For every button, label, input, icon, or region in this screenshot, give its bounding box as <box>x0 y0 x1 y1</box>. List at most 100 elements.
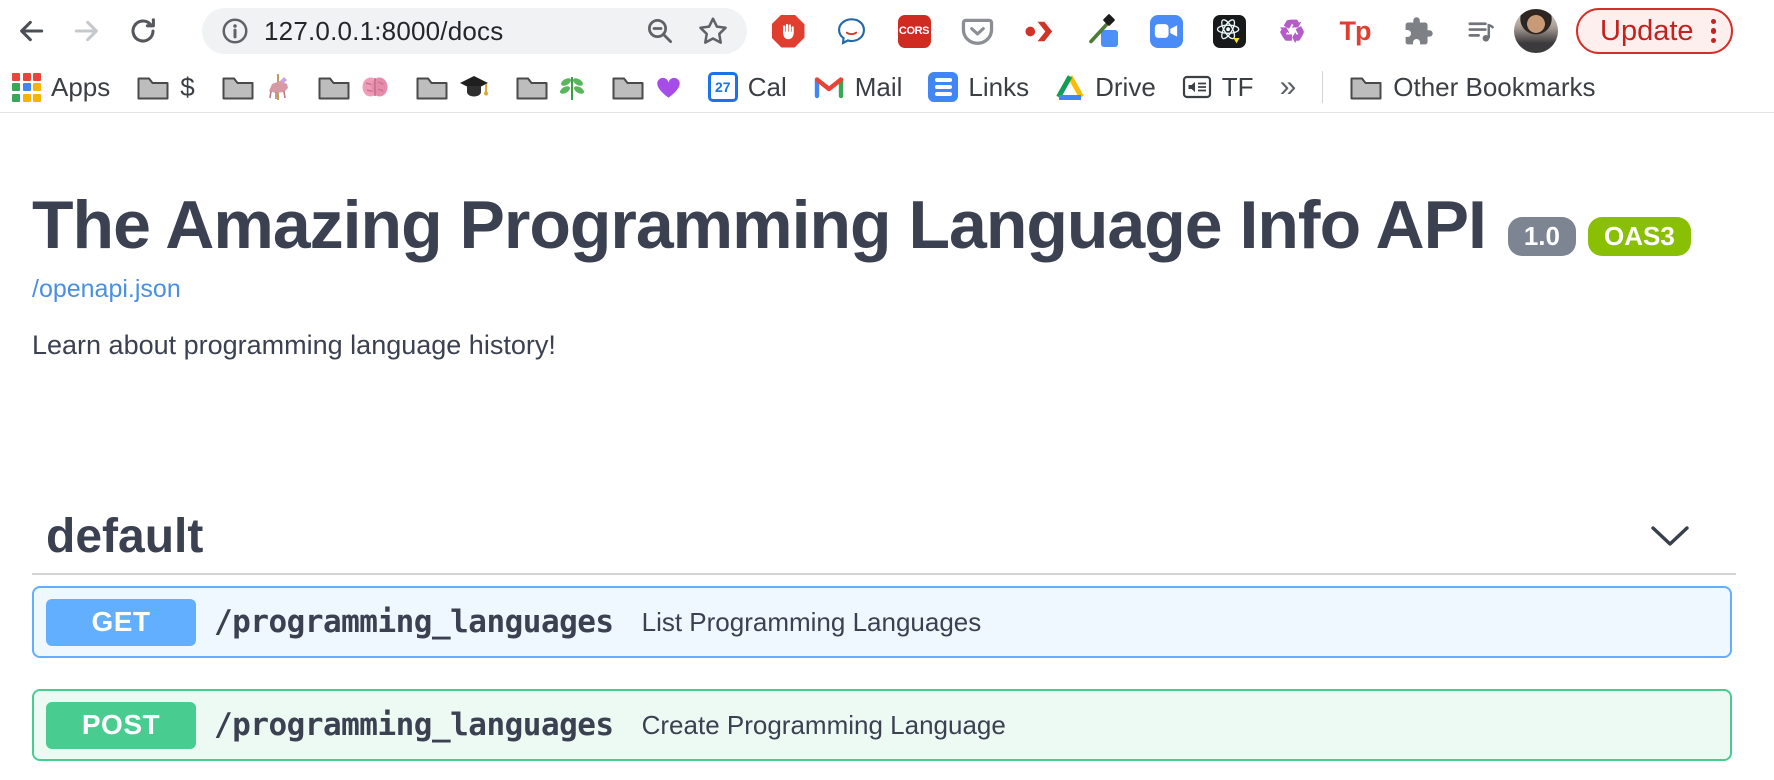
page-info-icon[interactable] <box>220 16 250 46</box>
bookmarks-overflow-button[interactable]: » <box>1280 70 1297 104</box>
api-title-row: The Amazing Programming Language Info AP… <box>32 191 1774 259</box>
update-button-label: Update <box>1600 15 1694 48</box>
chat-bubble-icon <box>835 15 868 48</box>
bookmark-folder-graduation-cap[interactable] <box>415 74 489 101</box>
address-bar[interactable]: 127.0.0.1:8000/docs <box>202 8 747 54</box>
music-queue-icon <box>1465 15 1498 48</box>
apps-label: Apps <box>51 72 110 103</box>
section-header-default[interactable]: default <box>32 499 1736 575</box>
purple-heart-icon <box>655 74 682 100</box>
folder-icon <box>136 74 170 101</box>
url-text[interactable]: 127.0.0.1:8000/docs <box>264 16 623 47</box>
drive-label: Drive <box>1095 72 1156 103</box>
react-devtools-extension-button[interactable] <box>1212 14 1246 48</box>
tf-label: TF <box>1222 72 1254 103</box>
extensions-row: CORS <box>771 14 1498 48</box>
extensions-menu-button[interactable] <box>1401 14 1435 48</box>
operations-list: GET /programming_languages List Programm… <box>32 586 1732 761</box>
bookmark-star-icon[interactable] <box>697 15 729 47</box>
bookmark-mail[interactable]: Mail <box>813 72 903 103</box>
adblock-extension-button[interactable] <box>771 14 805 48</box>
pocket-extension-button[interactable] <box>960 14 994 48</box>
other-bookmarks[interactable]: Other Bookmarks <box>1349 72 1595 103</box>
dot-arrow-icon <box>1024 15 1057 48</box>
teleparty-extension-button[interactable]: Tp <box>1338 14 1372 48</box>
herb-icon <box>559 73 585 101</box>
links-label: Links <box>968 72 1029 103</box>
back-button[interactable] <box>14 14 48 48</box>
bookmark-links[interactable]: Links <box>928 72 1029 103</box>
adblock-hand-icon <box>772 15 805 48</box>
bookmark-folder-dollar[interactable]: $ <box>136 72 194 103</box>
recycle-icon: ♻ <box>1278 16 1306 47</box>
react-atom-icon <box>1213 15 1246 48</box>
chevron-down-icon[interactable] <box>1650 525 1690 547</box>
zoom-extension-button[interactable] <box>1149 14 1183 48</box>
bookmark-calendar[interactable]: 27 Cal <box>708 72 787 103</box>
links-doc-icon <box>928 72 958 102</box>
brain-icon <box>361 75 389 99</box>
update-button[interactable]: Update <box>1576 8 1733 54</box>
api-title: The Amazing Programming Language Info AP… <box>32 191 1486 259</box>
api-description: Learn about programming language history… <box>32 330 1774 361</box>
bookmark-folder-purple-heart[interactable] <box>611 74 682 101</box>
browser-menu-dots-icon[interactable] <box>1711 19 1717 44</box>
gmail-icon <box>813 74 845 100</box>
version-badge: 1.0 <box>1508 217 1576 256</box>
bookmark-folder-carousel-horse[interactable] <box>221 73 291 101</box>
cors-badge: CORS <box>898 15 931 48</box>
google-drive-icon <box>1055 73 1085 101</box>
apps-grid-icon <box>12 73 41 102</box>
folder-icon <box>515 74 549 101</box>
tp-letters-icon: Tp <box>1340 16 1371 47</box>
bookmark-tf[interactable]: TF <box>1182 72 1254 103</box>
other-bookmarks-label: Other Bookmarks <box>1393 72 1595 103</box>
reload-icon <box>127 15 159 47</box>
get-method-badge: GET <box>46 599 196 646</box>
profile-avatar[interactable] <box>1514 9 1558 53</box>
google-calendar-icon: 27 <box>708 72 738 102</box>
browser-toolbar: 127.0.0.1:8000/docs <box>0 0 1774 62</box>
carousel-horse-icon <box>265 73 291 101</box>
folder-icon <box>221 74 255 101</box>
tf-card-icon <box>1182 74 1212 100</box>
music-queue-button[interactable] <box>1464 14 1498 48</box>
post-method-badge: POST <box>46 702 196 749</box>
openapi-json-link[interactable]: /openapi.json <box>32 275 181 304</box>
puzzle-piece-icon <box>1403 16 1434 47</box>
operation-summary: List Programming Languages <box>642 607 982 638</box>
folder-icon <box>611 74 645 101</box>
dollar-label: $ <box>180 72 194 103</box>
zoom-out-icon[interactable] <box>645 16 675 46</box>
mail-label: Mail <box>855 72 903 103</box>
forward-arrow-icon <box>71 15 103 47</box>
operation-get-programming-languages[interactable]: GET /programming_languages List Programm… <box>32 586 1732 658</box>
section-title: default <box>46 509 1650 564</box>
graduation-cap-icon <box>459 74 489 100</box>
chat-bubble-extension-button[interactable] <box>834 14 868 48</box>
folder-icon <box>1349 74 1383 101</box>
swagger-docs-page: The Amazing Programming Language Info AP… <box>0 113 1774 761</box>
bookmark-drive[interactable]: Drive <box>1055 72 1156 103</box>
folder-icon <box>317 74 351 101</box>
api-badges: 1.0 OAS3 <box>1508 217 1691 256</box>
purple-recycle-extension-button[interactable]: ♻ <box>1275 14 1309 48</box>
operation-path: /programming_languages <box>214 604 614 640</box>
bookmark-folder-herb[interactable] <box>515 73 585 101</box>
operation-post-programming-languages[interactable]: POST /programming_languages Create Progr… <box>32 689 1732 761</box>
eyedropper-extension-button[interactable] <box>1086 14 1120 48</box>
reload-button[interactable] <box>126 14 160 48</box>
cal-label: Cal <box>748 72 787 103</box>
cors-extension-button[interactable]: CORS <box>897 14 931 48</box>
pocket-icon <box>961 16 994 47</box>
video-camera-icon <box>1150 15 1183 48</box>
bookmark-folder-brain[interactable] <box>317 74 389 101</box>
bookmark-apps[interactable]: Apps <box>12 72 110 103</box>
folder-icon <box>415 74 449 101</box>
bookmarks-bar: Apps $ <box>0 62 1774 113</box>
forward-button[interactable] <box>70 14 104 48</box>
oas3-badge: OAS3 <box>1588 217 1691 256</box>
operation-path: /programming_languages <box>214 707 614 743</box>
bookmarks-divider <box>1322 71 1323 103</box>
dev-arrow-extension-button[interactable] <box>1023 14 1057 48</box>
